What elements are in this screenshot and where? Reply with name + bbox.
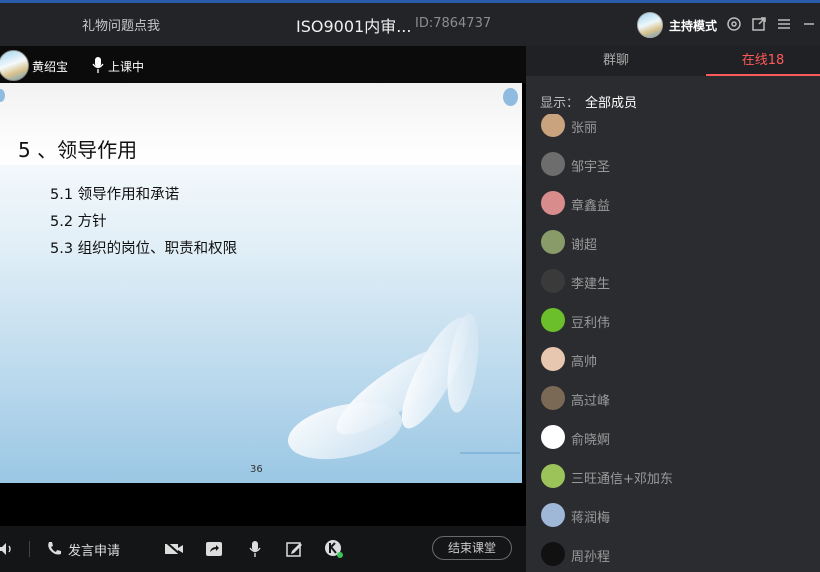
list-item[interactable]: 高帅 <box>526 339 820 378</box>
member-avatar <box>541 308 565 332</box>
member-name: 张丽 <box>571 121 598 136</box>
member-avatar <box>541 152 565 176</box>
host-mode-label[interactable]: 主持模式 <box>669 17 717 34</box>
slide-page-number: 36 <box>250 464 263 475</box>
panel-tabs: 群聊 在线18 <box>526 46 820 76</box>
list-item[interactable]: 章鑫益 <box>526 183 820 222</box>
popout-icon[interactable] <box>749 14 769 34</box>
member-list: 张丽邹宇圣章鑫益谢超李建生豆利伟高帅高过峰俞晓婀三旺通信+邓加东 蒋润梅周孙程 <box>526 114 820 572</box>
list-item[interactable]: 三旺通信+邓加东 <box>526 456 820 495</box>
member-name: 李建生 <box>571 277 611 292</box>
list-item[interactable]: 蒋润梅 <box>526 495 820 534</box>
member-name: 豆利伟 <box>571 316 611 331</box>
tab-group-chat[interactable]: 群聊 <box>526 46 706 76</box>
list-item[interactable]: 俞晓婀 <box>526 417 820 456</box>
list-item[interactable]: 豆利伟 <box>526 300 820 339</box>
list-item[interactable]: 谢超 <box>526 222 820 261</box>
member-avatar <box>541 386 565 410</box>
slide-item: 5.2 方针 <box>50 214 107 230</box>
member-avatar <box>541 503 565 527</box>
teacher-bar: 黄绍宝 上课中 <box>0 46 526 83</box>
camera-off-icon[interactable] <box>164 539 184 559</box>
member-avatar <box>541 230 565 254</box>
slide-item: 5.1 领导作用和承诺 <box>50 187 180 203</box>
microphone-icon[interactable] <box>245 539 265 559</box>
whiteboard-edit-icon[interactable] <box>284 539 304 559</box>
k-app-icon[interactable] <box>324 539 344 559</box>
teacher-status: 上课中 <box>108 60 145 74</box>
share-screen-icon[interactable] <box>204 539 224 559</box>
gift-help-link[interactable]: 礼物问题点我 <box>82 15 160 34</box>
end-class-button[interactable]: 结束课堂 <box>432 536 512 560</box>
member-avatar <box>541 464 565 488</box>
side-panel: 群聊 在线18 显示： 全部成员 张丽邹宇圣章鑫益谢超李建生豆利伟高帅高过峰俞晓婀… <box>526 46 820 572</box>
course-title: ISO9001内审... <box>296 17 412 36</box>
list-item[interactable]: 李建生 <box>526 261 820 300</box>
apply-to-speak-button[interactable]: 发言申请 <box>68 540 120 559</box>
phone-icon[interactable] <box>44 539 64 559</box>
settings-icon[interactable] <box>724 14 744 34</box>
title-bar: 礼物问题点我 ISO9001内审... ID:7864737 主持模式 <box>0 0 820 46</box>
speaker-icon[interactable] <box>0 539 16 559</box>
petal-decoration <box>288 313 520 460</box>
member-name: 章鑫益 <box>571 199 611 214</box>
member-name: 三旺通信+邓加东 <box>571 472 673 487</box>
member-name: 俞晓婀 <box>571 433 611 448</box>
teacher-avatar <box>0 50 29 81</box>
member-avatar <box>541 542 565 566</box>
slide-decoration <box>503 88 518 106</box>
member-avatar <box>541 347 565 371</box>
slide-item: 5.3 组织的岗位、职责和权限 <box>50 241 238 257</box>
list-item[interactable]: 张丽 <box>526 114 820 144</box>
video-area: 黄绍宝 上课中 5 、领导作用 5.1 领导作用和承诺 5.2 方针 5.3 组… <box>0 46 526 572</box>
member-name: 高帅 <box>571 355 598 370</box>
microphone-icon <box>92 56 104 74</box>
member-avatar <box>541 114 565 137</box>
room-id: ID:7864737 <box>415 16 492 31</box>
presentation-slide: 5 、领导作用 5.1 领导作用和承诺 5.2 方针 5.3 组织的岗位、职责和… <box>0 83 522 483</box>
member-filter[interactable]: 显示： 全部成员 <box>540 92 637 111</box>
member-avatar <box>541 269 565 293</box>
control-bar: 发言申请 结束课堂 <box>0 526 526 572</box>
list-item[interactable]: 邹宇圣 <box>526 144 820 183</box>
menu-icon[interactable] <box>774 14 794 34</box>
tab-online-members[interactable]: 在线18 <box>706 46 820 76</box>
list-item[interactable]: 周孙程 <box>526 534 820 572</box>
filter-label: 显示： <box>540 96 580 111</box>
divider <box>29 541 30 557</box>
member-name: 周孙程 <box>571 550 611 565</box>
member-name: 邹宇圣 <box>571 160 611 175</box>
minimize-icon[interactable] <box>799 14 819 34</box>
list-item[interactable]: 高过峰 <box>526 378 820 417</box>
member-avatar <box>541 425 565 449</box>
member-avatar <box>541 191 565 215</box>
host-avatar[interactable] <box>637 12 663 38</box>
teacher-name: 黄绍宝 <box>32 60 69 74</box>
member-name: 高过峰 <box>571 394 611 409</box>
filter-value[interactable]: 全部成员 <box>585 96 637 111</box>
member-name: 蒋润梅 <box>571 511 611 526</box>
member-name: 谢超 <box>571 238 598 253</box>
slide-title: 5 、领导作用 <box>18 138 138 162</box>
